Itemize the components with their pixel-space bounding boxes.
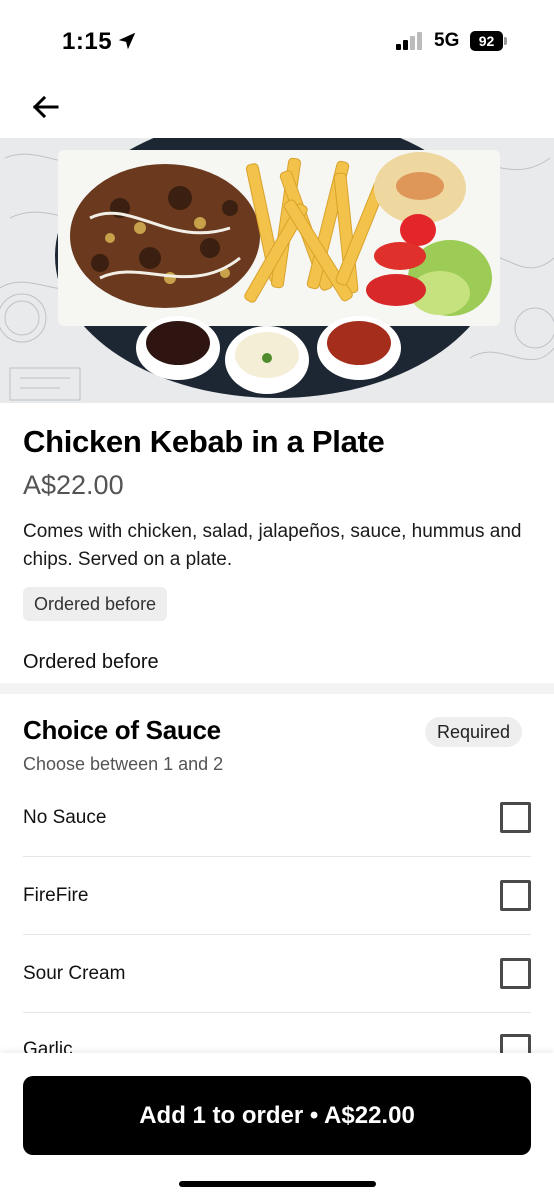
sauce-option-label: FireFire (23, 885, 89, 906)
sauce-checkbox[interactable] (500, 880, 531, 911)
home-indicator (179, 1181, 376, 1187)
back-button[interactable] (28, 92, 62, 122)
battery-level: 92 (470, 31, 503, 51)
cellular-signal-icon (396, 32, 424, 50)
section-divider (0, 683, 554, 694)
sauce-option-no-sauce[interactable]: No Sauce (23, 779, 531, 857)
sauce-section-subtitle: Choose between 1 and 2 (23, 754, 224, 774)
battery-icon: 92 (470, 31, 507, 51)
add-to-order-button[interactable]: Add 1 to order • A$22.00 (23, 1076, 531, 1155)
sauce-option-label: No Sauce (23, 807, 107, 828)
status-time: 1:15 (62, 28, 113, 55)
arrow-left-icon (32, 95, 59, 119)
required-badge: Required (425, 717, 523, 747)
status-bar: 1:15 5G 92 (0, 0, 554, 82)
ordered-before-badge: Ordered before (23, 587, 168, 621)
sauce-checkbox[interactable] (500, 802, 531, 833)
sauce-section-title: Choice of Sauce (23, 715, 221, 745)
sauce-option-sour-cream[interactable]: Sour Cream (23, 935, 531, 1013)
item-description: Comes with chicken, salad, jalapeños, sa… (23, 521, 522, 570)
ordered-before-text: Ordered before (23, 651, 159, 673)
item-title: Chicken Kebab in a Plate (23, 424, 385, 459)
location-arrow-icon (118, 32, 136, 50)
item-photo (0, 138, 554, 403)
sauce-option-firefire[interactable]: FireFire (23, 857, 531, 935)
sauce-option-label: Sour Cream (23, 963, 126, 984)
sauce-checkbox[interactable] (500, 958, 531, 989)
network-type: 5G (434, 30, 460, 51)
item-price: A$22.00 (23, 470, 124, 500)
